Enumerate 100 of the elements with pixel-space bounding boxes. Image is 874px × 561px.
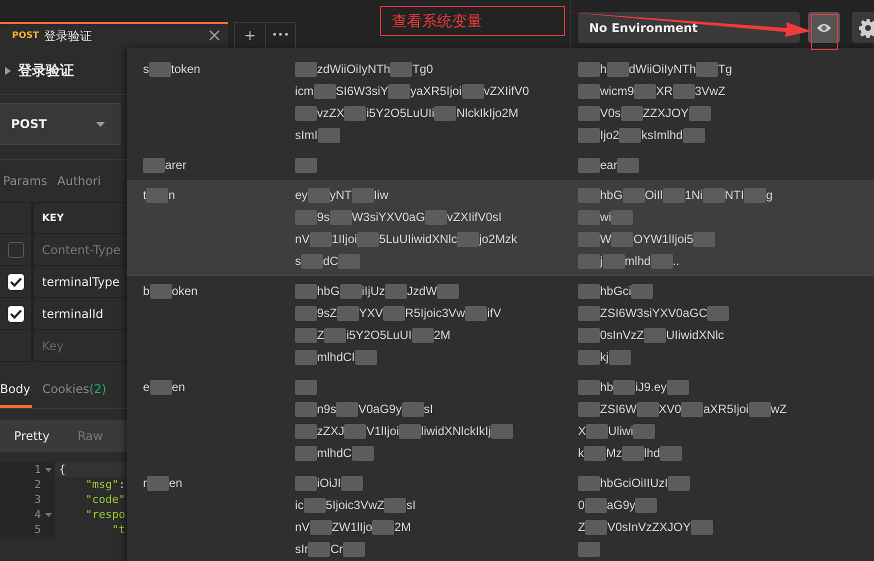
variable-value: j [600,254,603,268]
blur-mask [150,380,172,395]
fold-icon[interactable] [44,468,52,472]
variable-value: JzdW [407,284,438,298]
variable-value: 5Ijoic3VwZ [326,498,384,512]
blur-mask [343,542,366,556]
blur-mask [620,106,643,120]
blur-mask [308,188,330,202]
blur-mask [355,350,378,364]
environment-quick-look-button[interactable] [808,12,840,43]
blur-mask [437,284,460,298]
blur-mask [295,402,317,416]
variable-value: hbGciOiIIUzI [600,476,668,490]
request-tab[interactable]: Params [3,174,48,188]
blur-mask [150,284,172,299]
variable-value: 2M [394,520,412,534]
variable-value: X [578,424,586,438]
variable-value: vZXIifV0 [484,84,530,98]
variable-value: Cr [330,542,344,556]
variable-value: mlhd [624,254,651,268]
variable-value: yaXR5Ijoi [410,84,462,98]
blur-mask [578,232,600,246]
blur-mask [578,188,600,202]
variable-name: n [168,187,176,204]
key-input[interactable]: Key [34,330,127,361]
variable-value: SI6W3siY [336,84,388,98]
variable-value: Z [317,328,324,342]
blur-mask [636,402,659,416]
blur-mask [702,188,725,202]
environment-dropdown[interactable]: No Environment [578,12,800,43]
variable-value: XV0 [658,402,682,416]
variable-value: hbGci [600,284,632,298]
variable-name: t [143,187,146,204]
variable-value: vzZX [317,106,344,120]
response-tab[interactable]: Cookies(2) [40,372,108,408]
variable-value: Uliwi [608,424,634,438]
blur-mask [390,62,412,76]
blur-mask [578,62,600,76]
variable-value: hbG [600,188,623,202]
blur-mask [668,476,690,490]
variable-value: 1IIjoi [332,232,358,246]
settings-icon [858,18,874,38]
blur-mask [578,402,600,416]
blur-mask [143,158,165,173]
variable-name: arer [165,157,186,174]
method-dropdown[interactable]: POST [0,103,121,145]
blur-mask [318,128,340,142]
variable-value: ZSI6W3siYXV0aGC [600,306,708,320]
blur-mask [402,402,424,416]
blur-mask [149,62,171,77]
blur-mask [301,254,323,268]
blur-mask [578,380,600,394]
blur-mask [295,476,317,490]
variable-value: NlckIkIjo2M [456,106,518,120]
variable-value: Tg [718,62,732,76]
blur-mask [338,254,360,268]
format-tab[interactable]: Pretty [14,429,50,443]
variable-value: lhd [644,446,660,460]
blur-mask [578,106,600,120]
annotation-label: 查看系统变量 [380,6,565,36]
variable-value: Ijo2 [600,128,620,142]
close-button[interactable]: × [206,27,222,45]
header-key: terminalType [34,266,127,297]
variable-value: hbG [317,284,340,298]
fold-icon[interactable] [44,512,52,516]
variable-value: hb [600,380,614,394]
blur-mask [578,84,600,98]
variable-value: h [600,62,607,76]
request-name: 登录验证 [18,62,74,80]
blur-mask [465,306,488,320]
response-tab[interactable]: Body [0,372,32,408]
new-tab-button[interactable]: + [235,23,265,48]
blur-mask [617,158,640,172]
variable-value: kj [600,350,609,364]
blur-mask [295,158,317,172]
blur-mask [147,476,169,491]
variable-name: b [143,283,150,300]
request-tab[interactable]: Authori [57,174,102,188]
variable-value: 5LuUIiwidXNlc [379,232,458,246]
blur-mask [295,446,317,460]
variable-value: icm [295,84,314,98]
variable-value: sI [424,402,434,416]
blur-mask [295,284,317,298]
blur-mask [611,210,634,224]
blur-mask [635,498,658,512]
blur-mask [602,254,625,268]
highlight-frame [811,14,838,50]
checkbox[interactable] [8,242,24,258]
variable-name: s [143,61,149,78]
blur-mask [295,210,317,224]
variable-value: wZ [770,402,787,416]
variable-value: ksImlhd [641,128,683,142]
variable-value: 9sZ [317,306,338,320]
blur-mask [388,84,410,98]
blur-mask [352,188,374,202]
blur-mask [295,328,317,342]
request-tab[interactable]: POST 登录验证 × [0,22,228,48]
variable-value: Mz [606,446,622,460]
caret-icon[interactable] [5,67,11,75]
method-label: POST [12,31,39,41]
